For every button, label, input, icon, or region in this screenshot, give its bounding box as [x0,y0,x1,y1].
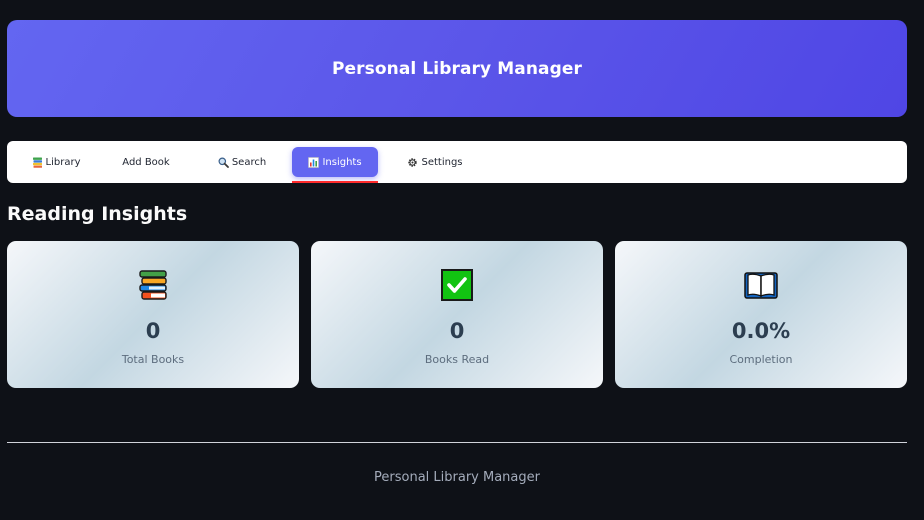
tab-library[interactable]: Library [25,147,87,177]
active-tab-indicator [292,181,378,183]
section-title: Reading Insights [7,203,188,225]
books-icon [32,157,43,168]
metric-card-total-books: 0 Total Books [7,241,299,388]
metric-card-books-read: 0 Books Read [311,241,603,388]
footer-divider [7,442,907,443]
tab-library-label: Library [45,156,81,168]
total-books-label: Total Books [121,353,185,366]
app-header: Personal Library Manager [7,20,907,117]
app-title: Personal Library Manager [331,58,582,79]
tab-insights[interactable]: Insights [292,147,378,177]
bar-chart-icon [308,156,320,168]
total-books-value: 0 [145,319,161,343]
tab-add-book[interactable]: Add Book [117,147,175,177]
tab-add-book-label: Add Book [122,156,170,168]
books-stack-icon [137,268,169,302]
tab-search[interactable]: Search [210,147,274,177]
open-book-icon [744,268,778,302]
tab-bar: Library Add Book Search Insights Setting… [7,141,907,183]
books-read-value: 0 [449,319,465,343]
tab-settings-label: Settings [421,156,463,168]
magnifier-icon [218,157,229,168]
footer-text: Personal Library Manager [374,470,540,485]
tab-search-label: Search [231,156,267,168]
completion-value: 0.0% [731,319,791,343]
books-read-label: Books Read [424,353,490,366]
tab-insights-label: Insights [322,156,362,168]
check-mark-icon [440,268,474,302]
metric-card-completion: 0.0% Completion [615,241,907,388]
tab-settings[interactable]: Settings [404,147,466,177]
completion-label: Completion [729,353,793,366]
gear-icon [407,157,418,168]
